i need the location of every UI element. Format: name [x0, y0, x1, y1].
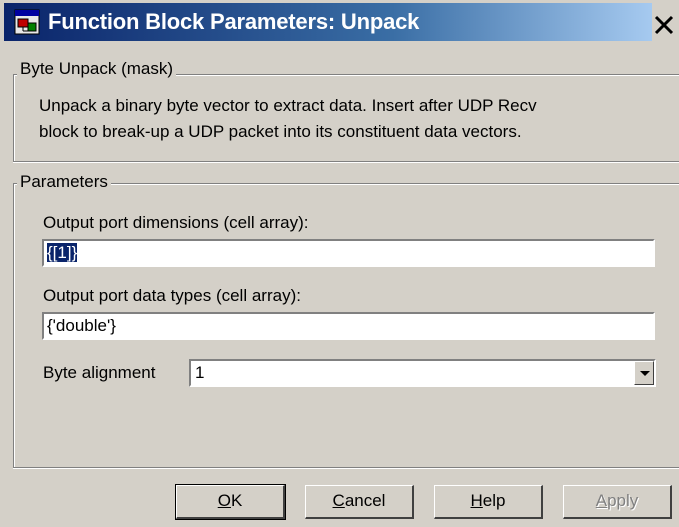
description-line: block to break-up a UDP packet into its … [39, 122, 522, 141]
chevron-down-icon[interactable] [634, 361, 654, 385]
window-title: Function Block Parameters: Unpack [48, 9, 420, 34]
mask-description: Unpack a binary byte vector to extract d… [39, 93, 669, 145]
cancel-mnemonic: C [332, 491, 345, 510]
ok-label-rest: K [230, 491, 243, 510]
dims-label: Output port dimensions (cell array): [43, 213, 309, 232]
mask-group-legend: Byte Unpack (mask) [17, 59, 177, 79]
help-label-rest: elp [482, 491, 506, 510]
ok-mnemonic: O [217, 491, 231, 510]
types-value: {'double'} [47, 316, 116, 335]
close-icon[interactable] [652, 12, 676, 40]
apply-mnemonic: A [595, 491, 608, 510]
align-label: Byte alignment [43, 363, 156, 382]
help-button[interactable]: Help [434, 485, 543, 519]
cancel-button[interactable]: Cancel [305, 485, 414, 519]
cancel-label-rest: ancel [344, 491, 386, 510]
types-field[interactable]: {'double'} [42, 312, 655, 340]
simulink-icon[interactable] [14, 9, 40, 35]
apply-button[interactable]: Apply [563, 485, 672, 519]
apply-label-rest: pply [607, 491, 639, 510]
parameters-group-legend: Parameters [17, 172, 111, 192]
dims-field[interactable]: {[1]} [42, 239, 655, 267]
help-mnemonic: H [470, 491, 483, 510]
types-label: Output port data types (cell array): [43, 286, 301, 305]
title-gradient: Function Block Parameters: Unpack [4, 3, 652, 41]
align-value: 1 [195, 363, 205, 382]
title-bar[interactable]: Function Block Parameters: Unpack [0, 0, 679, 44]
ok-button[interactable]: OK [175, 484, 286, 520]
dims-value: {[1]} [47, 243, 78, 262]
align-select[interactable]: 1 [189, 359, 656, 387]
description-line: Unpack a binary byte vector to extract d… [39, 96, 537, 115]
